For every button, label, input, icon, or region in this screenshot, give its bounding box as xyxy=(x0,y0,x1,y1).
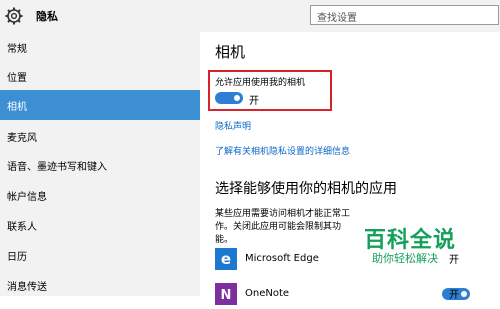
title-bar: 隐私 查找设置 xyxy=(0,0,500,32)
sidebar-item-camera[interactable]: 相机 xyxy=(0,90,200,120)
onenote-toggle-state: 开 xyxy=(449,290,459,301)
sidebar-item-calendar[interactable]: 日历 xyxy=(0,240,200,270)
app-name: OneNote xyxy=(245,288,290,299)
svg-text:e: e xyxy=(221,250,231,268)
sidebar-item-contacts[interactable]: 联系人 xyxy=(0,210,200,240)
watermark: 百科全说 助你轻松解决 xyxy=(362,222,500,270)
learn-more-link[interactable]: 了解有关相机隐私设置的详细信息 xyxy=(215,144,350,157)
search-input[interactable]: 查找设置 xyxy=(310,5,499,25)
watermark-subtext: 助你轻松解决 xyxy=(372,252,438,265)
page-title: 相机 xyxy=(215,43,246,61)
camera-permission-toggle[interactable] xyxy=(215,92,243,104)
onenote-icon: N xyxy=(215,283,237,305)
search-placeholder: 查找设置 xyxy=(317,13,357,24)
privacy-statement-link[interactable]: 隐私声明 xyxy=(215,119,251,132)
app-name: Microsoft Edge xyxy=(245,253,319,264)
sidebar-item-general[interactable]: 常规 xyxy=(0,32,200,62)
sidebar-item-location[interactable]: 位置 xyxy=(0,61,200,91)
section-description: 某些应用需要访问相机才能正常工作。关闭此应用可能会限制其功能。 xyxy=(215,209,351,245)
toggle-knob xyxy=(234,95,240,101)
sidebar-item-speech-inking-typing[interactable]: 语音、墨迹书写和键入 xyxy=(0,150,200,180)
sidebar-item-account-info[interactable]: 帐户信息 xyxy=(0,180,200,210)
camera-permission-label: 允许应用使用我的相机 xyxy=(215,78,306,88)
section-title: 选择能够使用你的相机的应用 xyxy=(215,181,397,197)
edge-icon: e xyxy=(215,248,237,270)
camera-permission-state: 开 xyxy=(249,96,259,107)
gear-icon xyxy=(5,7,23,25)
app-title: 隐私 xyxy=(36,10,58,23)
sidebar-item-microphone[interactable]: 麦克风 xyxy=(0,121,200,151)
toggle-knob xyxy=(461,291,467,297)
sidebar: 常规 位置 相机 麦克风 语音、墨迹书写和键入 帐户信息 联系人 日历 消息传送 xyxy=(0,32,200,296)
